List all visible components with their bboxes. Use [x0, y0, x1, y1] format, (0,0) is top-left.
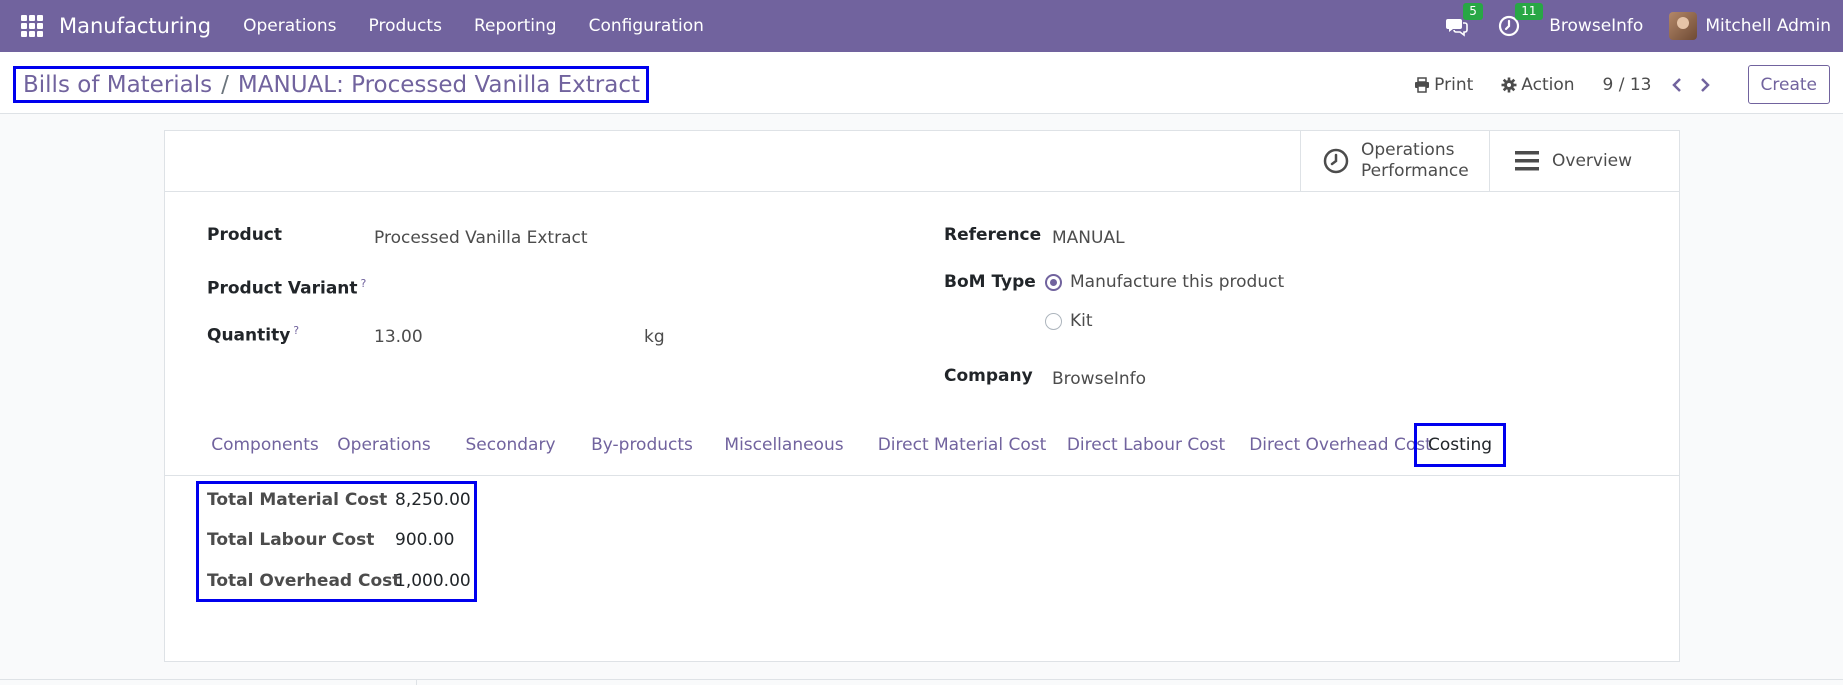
- operations-performance-label-line2: Performance: [1361, 161, 1469, 181]
- total-overhead-cost-value: 1,000.00: [395, 571, 471, 591]
- total-labour-cost-label: Total Labour Cost: [207, 530, 375, 550]
- operations-performance-button[interactable]: Operations Performance: [1300, 131, 1489, 191]
- tab-secondary[interactable]: Secondary: [461, 423, 560, 467]
- form-sheet: Operations Performance Overview Product …: [164, 130, 1680, 662]
- breadcrumb-current: MANUAL: Processed Vanilla Extract: [237, 71, 641, 98]
- pager-previous-button[interactable]: [1666, 74, 1688, 96]
- total-labour-cost-value: 900.00: [395, 530, 455, 550]
- user-menu[interactable]: Mitchell Admin: [1669, 12, 1831, 40]
- bom-type-kit-label: Kit: [1070, 311, 1093, 331]
- tab-costing[interactable]: Costing: [1414, 423, 1506, 467]
- top-navbar: Manufacturing Operations Products Report…: [0, 0, 1843, 52]
- total-overhead-cost-label: Total Overhead Cost: [207, 571, 401, 591]
- action-button[interactable]: Action: [1501, 74, 1575, 95]
- overview-label: Overview: [1552, 150, 1633, 171]
- pager-value[interactable]: 9 / 13: [1603, 75, 1652, 95]
- tab-operations[interactable]: Operations: [333, 423, 435, 467]
- messages-button[interactable]: 5: [1445, 3, 1483, 38]
- product-variant-label-text: Product Variant: [207, 278, 358, 299]
- tab-components[interactable]: Components: [202, 423, 328, 467]
- company-switcher[interactable]: BrowseInfo: [1549, 16, 1643, 36]
- notebook-tabs: Components Operations Secondary By-produ…: [165, 423, 1679, 476]
- sheet-divider: [165, 191, 1679, 192]
- total-material-cost-value: 8,250.00: [395, 490, 471, 510]
- breadcrumb-separator: /: [221, 71, 229, 98]
- tab-direct-labour-cost[interactable]: Direct Labour Cost: [1050, 423, 1242, 467]
- pager-next-button[interactable]: [1694, 74, 1716, 96]
- uom-field[interactable]: kg: [644, 327, 665, 347]
- avatar: [1669, 12, 1698, 40]
- reference-label: Reference: [944, 225, 1042, 245]
- product-variant-field[interactable]: [374, 277, 694, 301]
- control-panel: Bills of Materials / MANUAL: Processed V…: [0, 52, 1843, 114]
- menu-products[interactable]: Products: [353, 16, 458, 36]
- product-field[interactable]: Processed Vanilla Extract: [374, 228, 588, 248]
- app-name[interactable]: Manufacturing: [59, 14, 211, 38]
- smart-button-box: Operations Performance Overview: [1300, 131, 1679, 191]
- bom-type-kit-radio[interactable]: Kit: [1045, 311, 1093, 331]
- breadcrumb-parent-link[interactable]: Bills of Materials: [23, 72, 212, 98]
- reference-field[interactable]: MANUAL: [1052, 228, 1125, 248]
- company-field[interactable]: BrowseInfo: [1052, 369, 1146, 389]
- print-button[interactable]: Print: [1414, 75, 1473, 95]
- chatter-tick: [416, 679, 417, 685]
- action-label: Action: [1521, 74, 1575, 95]
- messages-badge: 5: [1463, 3, 1483, 20]
- tab-by-products[interactable]: By-products: [588, 423, 696, 467]
- breadcrumb: Bills of Materials / MANUAL: Processed V…: [13, 66, 650, 103]
- company-label: Company: [944, 366, 1033, 386]
- overview-button[interactable]: Overview: [1489, 131, 1679, 191]
- quantity-label: Quantity?: [207, 324, 299, 346]
- quantity-field[interactable]: 13.00: [374, 327, 423, 347]
- product-label: Product: [207, 225, 282, 245]
- chevron-left-icon: [1671, 77, 1681, 92]
- product-variant-help-icon[interactable]: ?: [361, 277, 367, 290]
- bom-type-manufacture-label: Manufacture this product: [1070, 272, 1285, 292]
- bom-type-label: BoM Type: [944, 272, 1036, 292]
- operations-performance-label-line1: Operations: [1361, 140, 1455, 160]
- bom-type-manufacture-radio[interactable]: Manufacture this product: [1045, 272, 1284, 292]
- chevron-right-icon: [1700, 77, 1710, 92]
- gear-icon: [1501, 77, 1517, 92]
- costing-summary: Total Material Cost 8,250.00 Total Labou…: [196, 481, 477, 602]
- tab-direct-material-cost[interactable]: Direct Material Cost: [860, 423, 1064, 467]
- quantity-help-icon[interactable]: ?: [293, 324, 299, 337]
- tab-miscellaneous[interactable]: Miscellaneous: [716, 423, 852, 467]
- print-icon: [1415, 76, 1430, 93]
- create-button[interactable]: Create: [1747, 65, 1830, 104]
- clock-icon: [1323, 148, 1349, 174]
- menu-reporting[interactable]: Reporting: [458, 16, 573, 36]
- radio-unchecked-icon: [1045, 312, 1062, 330]
- menu-operations[interactable]: Operations: [227, 16, 352, 36]
- apps-menu-icon[interactable]: [21, 15, 43, 37]
- quantity-label-text: Quantity: [207, 325, 291, 346]
- total-material-cost-label: Total Material Cost: [207, 490, 388, 510]
- activities-badge: 11: [1515, 3, 1543, 20]
- print-label: Print: [1434, 74, 1474, 95]
- bars-icon: [1515, 151, 1539, 171]
- radio-checked-icon: [1045, 273, 1062, 291]
- product-variant-label: Product Variant?: [207, 277, 366, 299]
- menu-configuration[interactable]: Configuration: [573, 16, 720, 36]
- activities-button[interactable]: 11: [1497, 3, 1543, 38]
- chatter-divider: [0, 679, 1843, 680]
- user-name: Mitchell Admin: [1705, 16, 1831, 36]
